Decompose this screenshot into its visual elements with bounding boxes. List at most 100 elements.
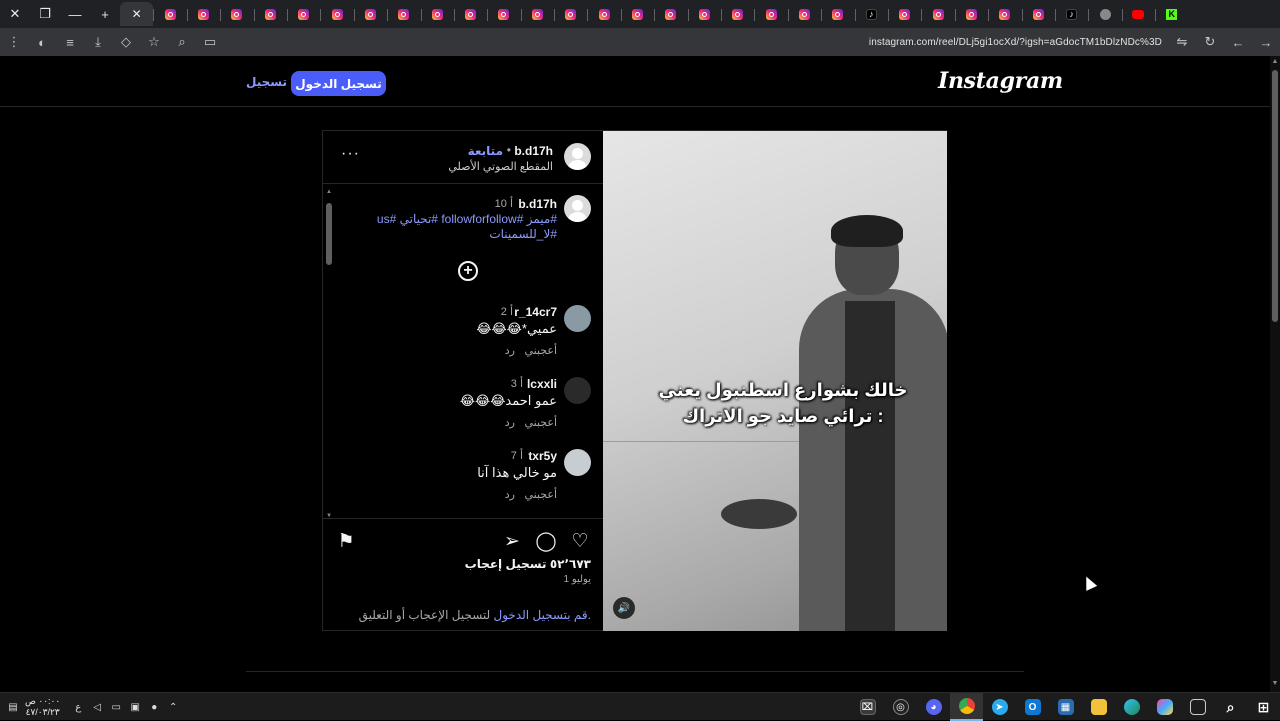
tab-instagram[interactable] <box>520 2 554 26</box>
microphone-icon[interactable]: ● <box>147 700 161 714</box>
profile-icon[interactable]: ◐ <box>30 30 54 54</box>
tab-instagram[interactable] <box>721 2 754 26</box>
taskbar-discord[interactable]: ◕ <box>917 693 950 721</box>
tab-generic[interactable] <box>1088 2 1121 26</box>
taskbar-store[interactable]: ▦ <box>1049 693 1082 721</box>
tab-instagram[interactable] <box>988 2 1021 26</box>
post-username[interactable]: b.d17h <box>514 144 553 158</box>
tab-instagram[interactable] <box>887 2 921 26</box>
tab-instagram[interactable] <box>420 2 454 26</box>
comment-like-button[interactable]: أعجبني <box>524 416 557 429</box>
cast-icon[interactable]: ▭ <box>198 30 222 54</box>
taskbar-outlook[interactable]: O <box>1016 693 1049 721</box>
caption-username[interactable]: b.d17h <box>518 197 557 211</box>
tab-instagram[interactable] <box>186 2 220 26</box>
comment-like-button[interactable]: أعجبني <box>524 488 557 501</box>
site-settings-icon[interactable]: ⇋ <box>1170 30 1194 54</box>
zoom-icon[interactable]: ⌕ <box>170 30 194 54</box>
bookmark-icon[interactable]: ⚑ <box>335 530 357 552</box>
scrollbar-thumb[interactable] <box>326 203 332 265</box>
taskbar-task-view[interactable] <box>1181 693 1214 721</box>
original-audio-link[interactable]: المقطع الصوتي الأصلي <box>448 160 553 173</box>
download-icon[interactable]: ⤓ <box>86 30 110 54</box>
comment-like-button[interactable]: أعجبني <box>524 344 557 357</box>
tab-instagram[interactable] <box>921 2 954 26</box>
comment-reply-button[interactable]: رد <box>505 344 515 357</box>
signup-link[interactable]: تسجيل <box>246 75 287 89</box>
avatar[interactable] <box>564 143 591 170</box>
tab-tiktok[interactable]: ♪ <box>1054 2 1088 26</box>
tab-active[interactable]: ✕ <box>120 2 154 26</box>
taskbar-telegram[interactable]: ➤ <box>983 693 1016 721</box>
tab-instagram[interactable] <box>787 2 821 26</box>
window-minimize-icon[interactable]: — <box>60 0 90 28</box>
tab-instagram[interactable] <box>554 2 587 26</box>
scroll-up-icon[interactable]: ▲ <box>1270 58 1280 68</box>
forward-icon[interactable]: ← <box>1226 30 1250 54</box>
taskbar-search[interactable]: ⌕ <box>1214 693 1247 721</box>
tab-instagram[interactable] <box>286 2 320 26</box>
window-close-icon[interactable]: ✕ <box>0 0 30 28</box>
scroll-down-icon[interactable]: ▼ <box>1270 680 1280 690</box>
tab-search-icon[interactable]: ≡ <box>58 30 82 54</box>
taskbar-app-1[interactable]: ⌧ <box>851 693 884 721</box>
comment-username[interactable]: r_14cr7 <box>514 305 557 319</box>
more-options-icon[interactable]: ··· <box>341 145 360 163</box>
tab-instagram[interactable] <box>253 2 287 26</box>
address-bar[interactable]: instagram.com/reel/DLj5gi1ocXd/?igsh=aGd… <box>224 37 1168 48</box>
share-icon[interactable]: ➢ <box>501 530 523 552</box>
extensions-icon[interactable]: ◇ <box>114 30 138 54</box>
language-indicator[interactable]: ع <box>71 700 85 714</box>
window-restore-icon[interactable]: ❐ <box>30 0 60 28</box>
page-scrollbar[interactable]: ▲ ▼ <box>1270 56 1280 692</box>
avatar[interactable] <box>564 449 591 476</box>
tab-instagram[interactable] <box>687 2 721 26</box>
instagram-logo[interactable]: Instagram <box>938 68 1063 94</box>
taskbar-app-2[interactable]: ◎ <box>884 693 917 721</box>
caption-hashtags[interactable]: #ميمز #followforfollow #تحياتي #us #لا_ل… <box>337 212 557 242</box>
avatar[interactable] <box>564 305 591 332</box>
login-button[interactable]: تسجيل الدخول <box>291 71 386 96</box>
speaker-icon[interactable]: 🔊 <box>613 597 635 619</box>
tab-instagram[interactable] <box>320 2 353 26</box>
chevron-up-icon[interactable]: ⌃ <box>166 700 180 714</box>
close-tab-icon[interactable]: ✕ <box>132 7 142 21</box>
comment-reply-button[interactable]: رد <box>505 416 515 429</box>
tab-instagram[interactable] <box>1021 2 1055 26</box>
tab-instagram[interactable] <box>387 2 420 26</box>
reel-video[interactable]: خالك بشوارع اسطنبول يعني ترائي صايد جو ا… <box>603 131 947 631</box>
tab-kick[interactable]: K <box>1155 2 1188 26</box>
comment-username[interactable]: lcxxli <box>527 377 557 391</box>
tab-instagram[interactable] <box>487 2 520 26</box>
scrollbar-thumb[interactable] <box>1272 70 1278 322</box>
tab-instagram[interactable] <box>153 2 186 26</box>
reload-icon[interactable]: ↻ <box>1198 30 1222 54</box>
taskbar-start[interactable]: ⊞ <box>1247 693 1280 721</box>
tab-instagram[interactable] <box>821 2 854 26</box>
taskbar-chrome[interactable] <box>950 693 983 721</box>
login-prompt-link[interactable]: قم بتسجيل الدخول <box>494 608 588 622</box>
battery-icon[interactable]: ▣ <box>128 700 142 714</box>
comment-username[interactable]: txr5y <box>528 449 557 463</box>
comment-icon[interactable]: ◯ <box>535 530 557 552</box>
scroll-down-icon[interactable]: ▼ <box>325 513 333 518</box>
tab-tiktok[interactable]: ♪ <box>854 2 888 26</box>
network-icon[interactable]: ▭ <box>109 700 123 714</box>
taskbar-copilot[interactable] <box>1148 693 1181 721</box>
bookmark-star-icon[interactable]: ☆ <box>142 30 166 54</box>
comment-reply-button[interactable]: رد <box>505 488 515 501</box>
tab-instagram[interactable] <box>954 2 988 26</box>
taskbar-explorer[interactable] <box>1082 693 1115 721</box>
tab-instagram[interactable] <box>620 2 654 26</box>
volume-icon[interactable]: ◁ <box>90 700 104 714</box>
clock[interactable]: ٠٠:٠٠ ص ٤٧/٠٣/٢٣ <box>25 696 60 718</box>
tab-instagram[interactable] <box>587 2 620 26</box>
new-tab-button[interactable]: + <box>90 0 120 28</box>
follow-button[interactable]: متابعة <box>468 144 503 158</box>
tab-instagram[interactable] <box>353 2 387 26</box>
taskbar-edge[interactable] <box>1115 693 1148 721</box>
menu-icon[interactable]: ⋮ <box>2 30 26 54</box>
tab-instagram[interactable] <box>220 2 253 26</box>
tab-youtube[interactable] <box>1121 2 1155 26</box>
avatar[interactable] <box>564 377 591 404</box>
